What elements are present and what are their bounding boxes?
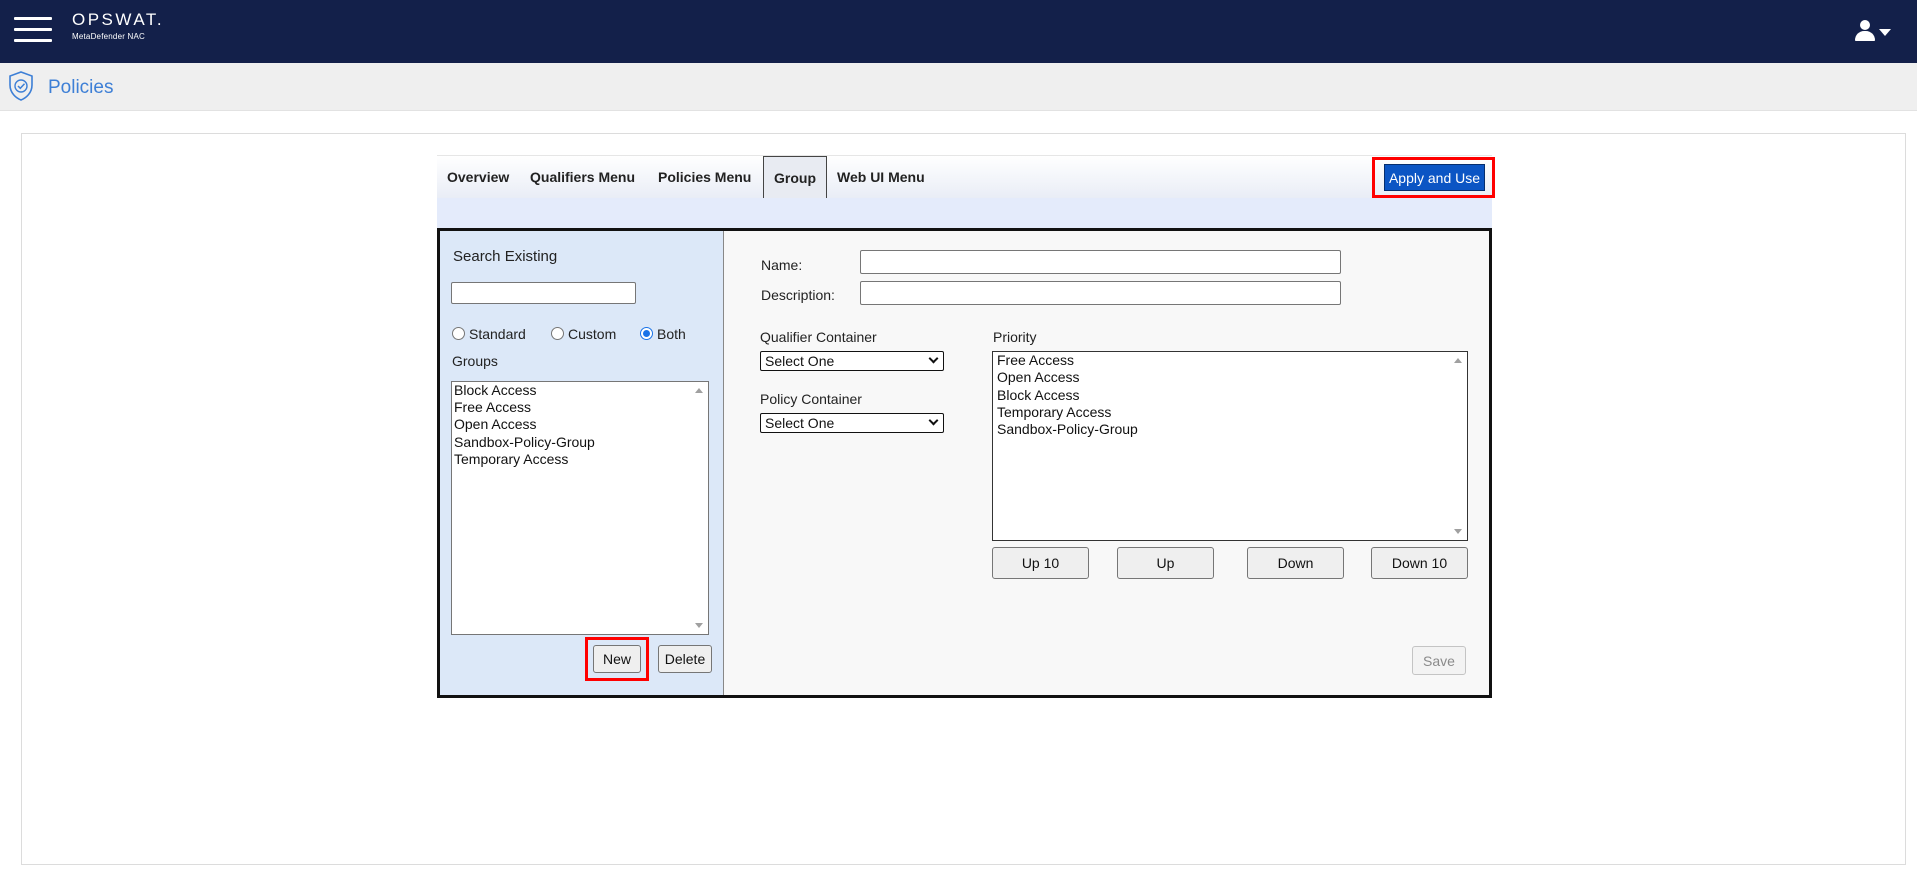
policy-container-value: Select One — [765, 415, 835, 431]
scroll-down-icon[interactable] — [1454, 529, 1462, 534]
name-field[interactable] — [860, 250, 1341, 274]
search-pane: Search Existing Standard Custom Both Gro… — [440, 231, 724, 695]
qualifier-container-select[interactable]: Select One — [760, 351, 944, 371]
top-navigation-bar: OPSWAT. MetaDefender NAC — [0, 0, 1917, 63]
tab-sub-strip — [437, 198, 1492, 228]
tab-overview[interactable]: Overview — [447, 156, 509, 199]
filter-standard-radio[interactable] — [452, 327, 465, 340]
policy-container-label: Policy Container — [760, 391, 862, 407]
user-menu-button[interactable] — [1853, 20, 1895, 44]
list-item[interactable]: Block Access — [454, 382, 536, 398]
groups-label: Groups — [452, 353, 498, 369]
filter-standard-label: Standard — [469, 326, 526, 342]
delete-group-button[interactable]: Delete — [658, 645, 712, 673]
tab-group[interactable]: Group — [763, 156, 827, 199]
filter-both-radio[interactable] — [640, 327, 653, 340]
tab-bar: Overview Qualifiers Menu Policies Menu G… — [437, 155, 1492, 199]
groups-listbox[interactable]: Block Access Free Access Open Access San… — [451, 381, 709, 635]
list-item[interactable]: Free Access — [454, 399, 531, 415]
search-existing-label: Search Existing — [453, 248, 558, 265]
brand-subtitle: MetaDefender NAC — [72, 32, 146, 41]
apply-and-use-button[interactable]: Apply and Use — [1384, 164, 1485, 191]
list-item[interactable]: Open Access — [454, 416, 537, 432]
list-item[interactable]: Open Access — [997, 369, 1080, 385]
down-button[interactable]: Down — [1247, 547, 1344, 579]
chevron-down-icon — [928, 415, 939, 426]
tab-web-ui-menu[interactable]: Web UI Menu — [837, 156, 925, 199]
scroll-up-icon[interactable] — [1454, 358, 1462, 363]
filter-custom-label: Custom — [568, 326, 617, 342]
tab-policies-menu[interactable]: Policies Menu — [658, 156, 751, 199]
qualifier-container-value: Select One — [765, 353, 835, 369]
qualifier-container-label: Qualifier Container — [760, 329, 877, 345]
list-item[interactable]: Temporary Access — [454, 451, 568, 467]
list-item[interactable]: Block Access — [997, 387, 1079, 403]
group-editor: Search Existing Standard Custom Both Gro… — [437, 228, 1492, 698]
scroll-down-icon[interactable] — [695, 623, 703, 628]
list-item[interactable]: Sandbox-Policy-Group — [454, 434, 595, 450]
shield-check-icon — [9, 71, 33, 101]
list-item[interactable]: Sandbox-Policy-Group — [997, 421, 1138, 437]
hamburger-icon[interactable] — [14, 17, 52, 43]
priority-listbox[interactable]: Free Access Open Access Block Access Tem… — [992, 351, 1468, 541]
filter-both-label: Both — [657, 326, 686, 342]
brand-logo: OPSWAT. MetaDefender NAC — [72, 10, 164, 41]
search-input[interactable] — [451, 282, 636, 304]
up-10-button[interactable]: Up 10 — [992, 547, 1089, 579]
list-item[interactable]: Temporary Access — [997, 404, 1111, 420]
description-field[interactable] — [860, 281, 1341, 305]
chevron-down-icon — [928, 353, 939, 364]
priority-label: Priority — [993, 329, 1037, 345]
name-label: Name: — [761, 257, 803, 273]
caret-down-icon — [1879, 29, 1891, 36]
filter-custom-radio[interactable] — [551, 327, 564, 340]
down-10-button[interactable]: Down 10 — [1371, 547, 1468, 579]
tab-qualifiers-menu[interactable]: Qualifiers Menu — [530, 156, 635, 199]
page-header: Policies — [0, 63, 1917, 111]
policy-container-select[interactable]: Select One — [760, 413, 944, 433]
save-button[interactable]: Save — [1412, 646, 1466, 675]
brand-name: OPSWAT. — [72, 10, 165, 29]
user-icon — [1860, 20, 1870, 30]
user-icon-body — [1855, 31, 1875, 41]
scroll-up-icon[interactable] — [695, 388, 703, 393]
up-button[interactable]: Up — [1117, 547, 1214, 579]
list-item[interactable]: Free Access — [997, 352, 1074, 368]
page-title: Policies — [48, 77, 114, 98]
new-group-button[interactable]: New — [593, 645, 641, 673]
description-label: Description: — [761, 287, 835, 303]
